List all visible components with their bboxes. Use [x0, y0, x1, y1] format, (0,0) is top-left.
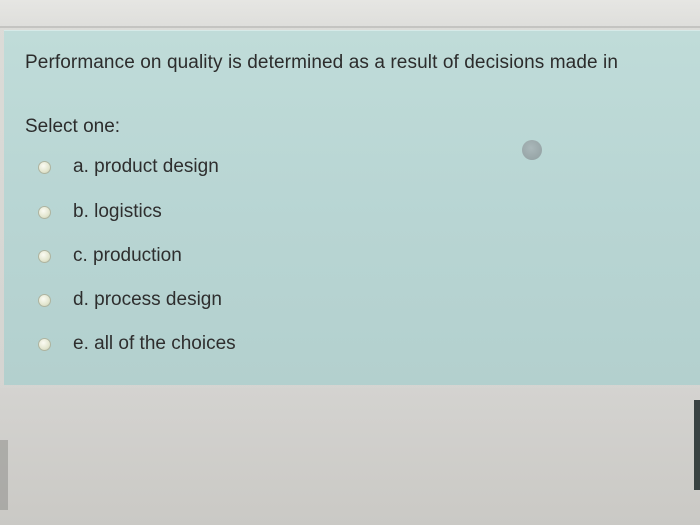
- option-a[interactable]: a. product design: [38, 152, 219, 182]
- option-e[interactable]: e. all of the choices: [38, 329, 236, 359]
- left-edge-shadow: [0, 440, 8, 510]
- top-divider: [0, 26, 700, 28]
- page-background: [0, 388, 700, 525]
- radio-button-icon[interactable]: [38, 293, 51, 307]
- option-label: c. production: [73, 245, 182, 266]
- option-label: e. all of the choices: [73, 333, 236, 354]
- radio-button-icon[interactable]: [38, 160, 51, 174]
- question-text: Performance on quality is determined as …: [25, 52, 619, 73]
- question-panel: Performance on quality is determined as …: [4, 30, 700, 385]
- option-d[interactable]: d. process design: [38, 285, 222, 315]
- option-label: d. process design: [73, 289, 222, 310]
- radio-button-icon[interactable]: [38, 337, 51, 351]
- select-one-label: Select one:: [25, 116, 121, 137]
- option-label: a. product design: [73, 156, 219, 177]
- option-label: b. logistics: [73, 201, 162, 222]
- radio-button-icon[interactable]: [38, 249, 51, 263]
- top-bar: [0, 0, 700, 28]
- right-edge-shadow: [694, 400, 700, 490]
- flag-icon: [522, 140, 542, 160]
- option-c[interactable]: c. production: [38, 241, 182, 271]
- radio-button-icon[interactable]: [38, 205, 51, 219]
- option-b[interactable]: b. logistics: [38, 197, 162, 227]
